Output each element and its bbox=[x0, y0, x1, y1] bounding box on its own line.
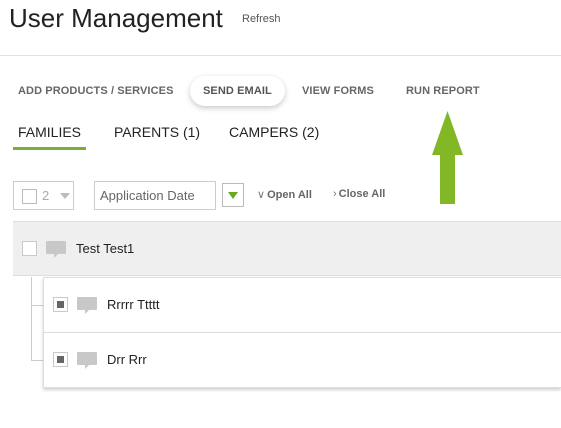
member-name[interactable]: Drr Rrr bbox=[107, 352, 147, 367]
filter-bar: 2 Application Date ∨ Open All › Close All bbox=[0, 181, 561, 211]
open-all-label: Open All bbox=[267, 189, 312, 201]
add-products-services-button[interactable]: ADD PRODUCTS / SERVICES bbox=[18, 76, 174, 106]
caret-down-icon bbox=[60, 193, 70, 199]
run-report-button[interactable]: RUN REPORT bbox=[406, 76, 480, 106]
triangle-down-icon bbox=[228, 192, 238, 199]
select-all-checkbox[interactable] bbox=[22, 189, 37, 204]
open-all-button[interactable]: ∨ Open All bbox=[257, 188, 312, 201]
page-title: User Management bbox=[9, 3, 223, 33]
family-name[interactable]: Test Test1 bbox=[76, 241, 134, 256]
family-checkbox[interactable] bbox=[22, 241, 37, 256]
chevron-right-icon: › bbox=[333, 188, 337, 200]
sort-field-select[interactable]: Application Date bbox=[94, 181, 216, 210]
action-bar: ADD PRODUCTS / SERVICES SEND EMAIL VIEW … bbox=[0, 76, 561, 106]
chat-bubble-icon[interactable] bbox=[76, 296, 98, 315]
tree-connector bbox=[31, 305, 43, 306]
send-email-button[interactable]: SEND EMAIL bbox=[190, 76, 285, 106]
chat-bubble-icon[interactable] bbox=[76, 351, 98, 370]
close-all-button[interactable]: › Close All bbox=[333, 188, 385, 200]
member-checkbox[interactable] bbox=[53, 352, 68, 367]
member-row[interactable]: Drr Rrr bbox=[43, 332, 561, 388]
tab-bar: FAMILIES PARENTS (1) CAMPERS (2) bbox=[0, 124, 561, 152]
member-row[interactable]: Rrrrr Ttttt bbox=[43, 277, 561, 333]
tree-connector bbox=[31, 277, 32, 361]
sort-direction-button[interactable] bbox=[222, 183, 244, 207]
chevron-down-icon: ∨ bbox=[257, 189, 266, 201]
refresh-link[interactable]: Refresh bbox=[242, 13, 281, 25]
chat-bubble-icon[interactable] bbox=[45, 240, 67, 259]
page-header: User Management Refresh bbox=[0, 0, 561, 56]
member-checkbox[interactable] bbox=[53, 297, 68, 312]
tree-connector bbox=[31, 360, 43, 361]
tab-parents[interactable]: PARENTS (1) bbox=[114, 124, 200, 150]
bulk-select-dropdown[interactable]: 2 bbox=[13, 181, 74, 210]
member-name[interactable]: Rrrrr Ttttt bbox=[107, 297, 159, 312]
tab-families[interactable]: FAMILIES bbox=[13, 124, 87, 150]
tab-campers[interactable]: CAMPERS (2) bbox=[229, 124, 319, 150]
close-all-label: Close All bbox=[338, 188, 386, 200]
view-forms-button[interactable]: VIEW FORMS bbox=[302, 76, 374, 106]
family-row[interactable]: Test Test1 bbox=[13, 221, 561, 276]
selected-count: 2 bbox=[42, 188, 50, 203]
